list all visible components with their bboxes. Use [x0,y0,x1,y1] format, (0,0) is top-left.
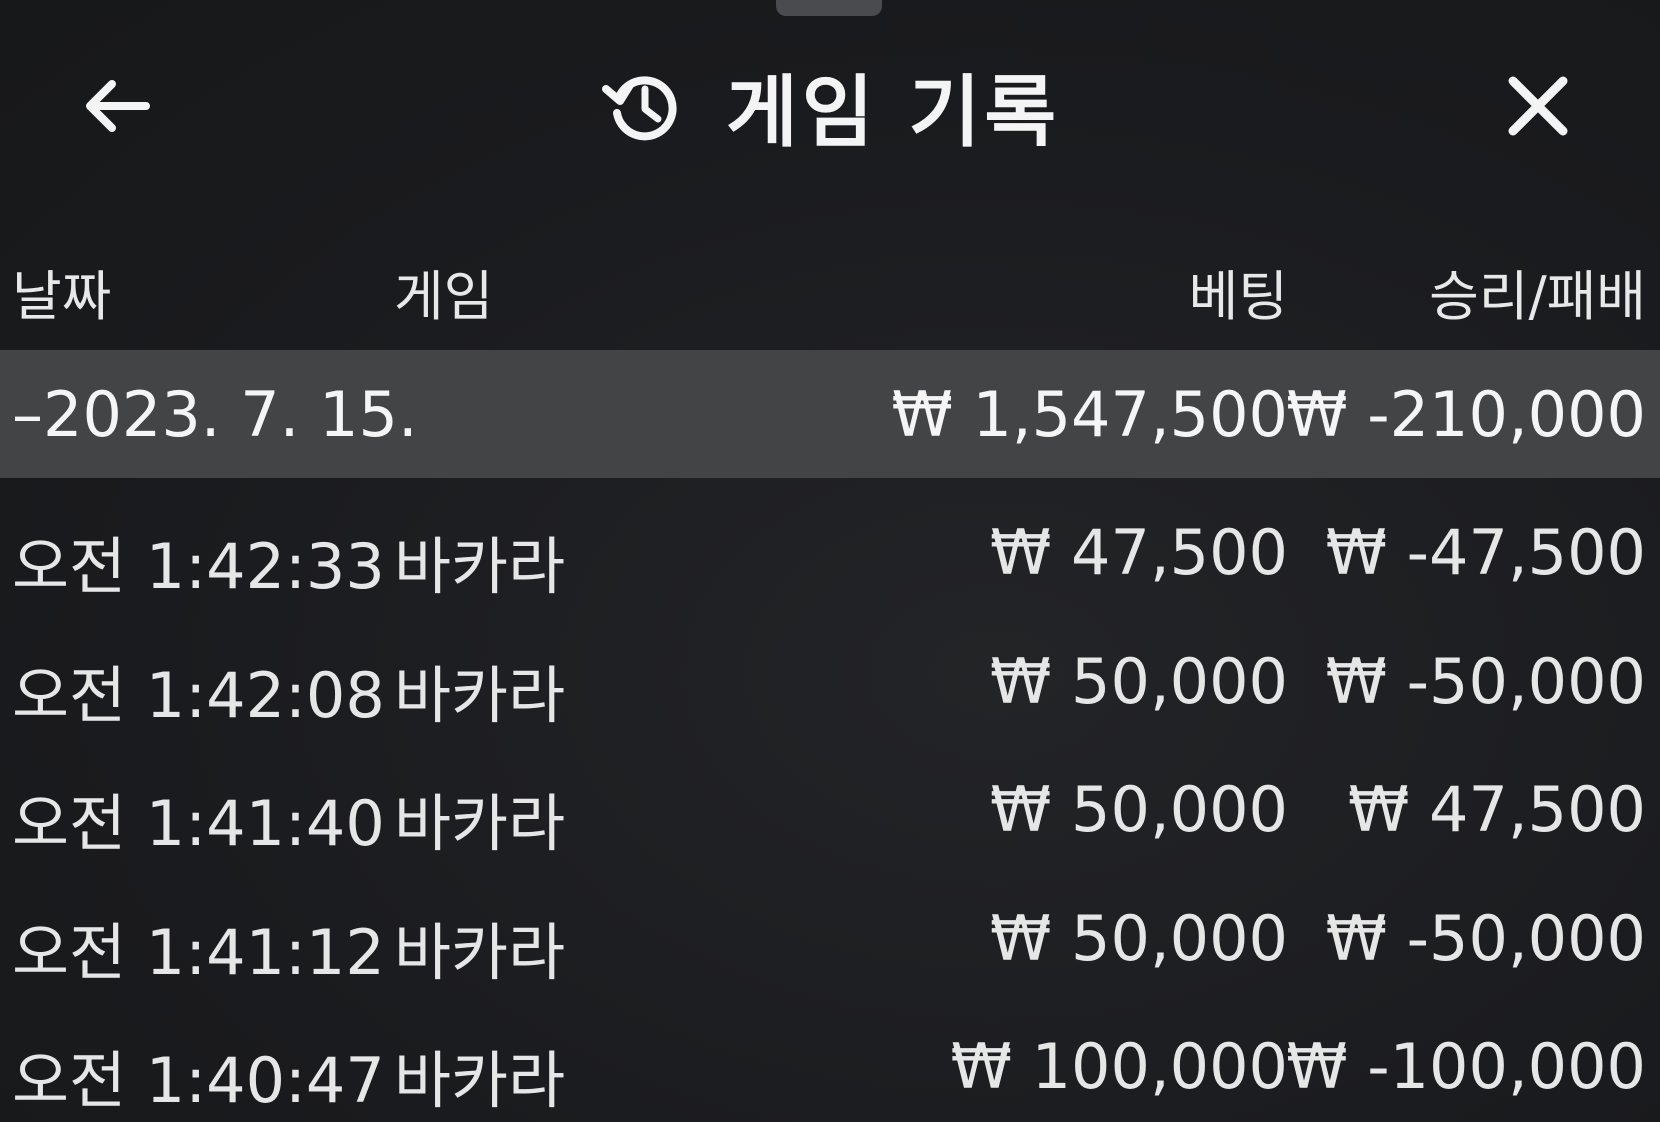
row-win-loss: ₩ -50,000 [1325,644,1646,718]
table-row[interactable]: 오전 1:41:12 바카라 ₩ 50,000 ₩ -50,000 [0,876,1660,1005]
page-title-group: 게임 기록 [600,56,1060,158]
table-header: 날짜 게임 베팅 승리/패배 [0,240,1660,330]
row-win-loss: ₩ -50,000 [1325,901,1646,975]
row-bet: ₩ 47,500 [990,516,1288,589]
row-bet: ₩ 50,000 [990,901,1288,975]
summary-bet-total: ₩ 1,547,500 [891,378,1288,451]
summary-date: –2023. 7. 15. [12,378,418,451]
arrow-left-icon [86,80,150,132]
table-row[interactable]: 오전 1:42:08 바카라 ₩ 50,000 ₩ -50,000 [0,619,1660,748]
row-time: 오전 1:41:12 [12,915,385,989]
back-button[interactable] [74,64,158,148]
row-game: 바카라 [394,915,566,989]
row-game: 바카라 [394,787,566,860]
row-bet: ₩ 100,000 [950,1030,1288,1103]
row-game: 바카라 [394,530,566,603]
close-button[interactable] [1496,64,1580,148]
column-header-game[interactable]: 게임 [394,252,493,331]
row-bet: ₩ 50,000 [990,773,1288,846]
close-icon [1508,76,1568,136]
row-bet: ₩ 50,000 [990,644,1288,718]
header-bar: 게임 기록 [0,40,1660,160]
row-time: 오전 1:42:33 [12,530,385,603]
column-header-date[interactable]: 날짜 [12,252,111,331]
row-win-loss: ₩ -47,500 [1325,516,1646,589]
row-time: 오전 1:40:47 [12,1044,385,1117]
game-history-screen: 게임 기록 날짜 게임 베팅 승리/패배 –2023. 7. 15. ₩ 1,5… [0,0,1660,1122]
page-title: 게임 기록 [726,68,1061,158]
game-record-list: 오전 1:42:33 바카라 ₩ 47,500 ₩ -47,500 오전 1:4… [0,490,1660,1122]
row-game: 바카라 [394,658,566,732]
sheet-grab-handle[interactable] [776,0,882,16]
table-row[interactable]: 오전 1:40:47 바카라 ₩ 100,000 ₩ -100,000 [0,1004,1660,1122]
row-time: 오전 1:42:08 [12,658,385,732]
row-win-loss: ₩ -100,000 [1286,1030,1646,1103]
summary-win-loss-total: ₩ -210,000 [1286,378,1646,451]
row-game: 바카라 [394,1044,566,1117]
date-group-summary-row[interactable]: –2023. 7. 15. ₩ 1,547,500 ₩ -210,000 [0,350,1660,478]
row-win-loss: ₩ 47,500 [1348,773,1646,846]
table-row[interactable]: 오전 1:42:33 바카라 ₩ 47,500 ₩ -47,500 [0,490,1660,619]
column-header-win-loss[interactable]: 승리/패배 [1429,252,1646,331]
table-row[interactable]: 오전 1:41:40 바카라 ₩ 50,000 ₩ 47,500 [0,747,1660,876]
column-header-bet[interactable]: 베팅 [1189,252,1288,331]
history-icon [600,63,686,149]
row-time: 오전 1:41:40 [12,787,385,860]
